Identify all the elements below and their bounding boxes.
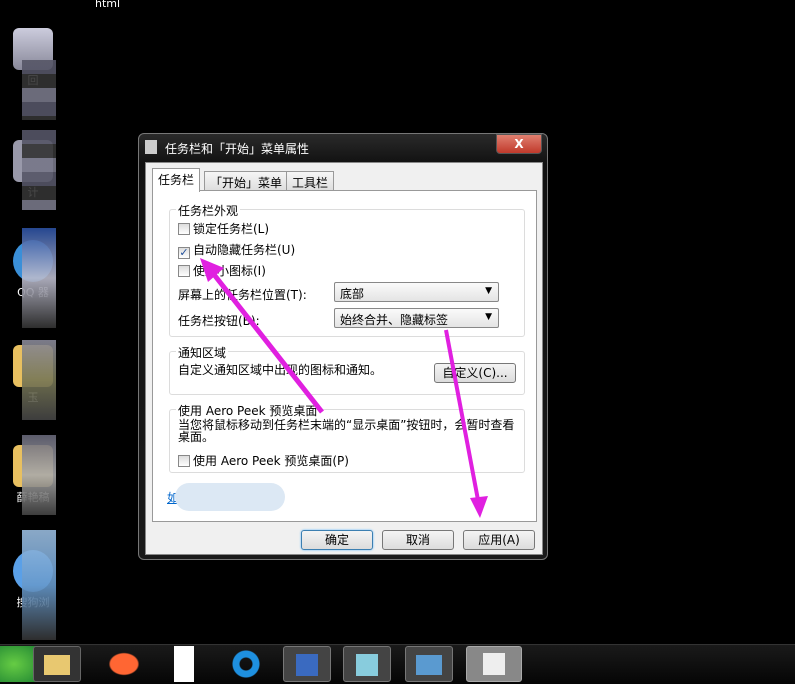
folder-glyph — [44, 655, 70, 675]
word-glyph — [296, 654, 318, 676]
photo-glyph — [416, 655, 442, 675]
notepad-icon[interactable] — [343, 646, 391, 682]
photo-viewer-icon[interactable] — [405, 646, 453, 682]
qq-browser-icon[interactable] — [222, 646, 270, 682]
word-icon[interactable] — [283, 646, 331, 682]
notepad-glyph — [356, 654, 378, 676]
explorer-icon[interactable] — [33, 646, 81, 682]
tab-taskbar[interactable]: 任务栏 — [152, 168, 201, 192]
annotation-arrows — [200, 258, 488, 518]
arrow-to-apply — [444, 329, 480, 501]
properties-glyph — [483, 653, 505, 675]
arrow-head-icon — [200, 258, 224, 282]
firefox-icon[interactable] — [100, 646, 148, 682]
arrow-head-icon — [470, 496, 488, 518]
properties-icon[interactable] — [466, 646, 522, 682]
file-icon[interactable] — [160, 646, 208, 682]
arrow-to-autohide — [210, 270, 324, 414]
